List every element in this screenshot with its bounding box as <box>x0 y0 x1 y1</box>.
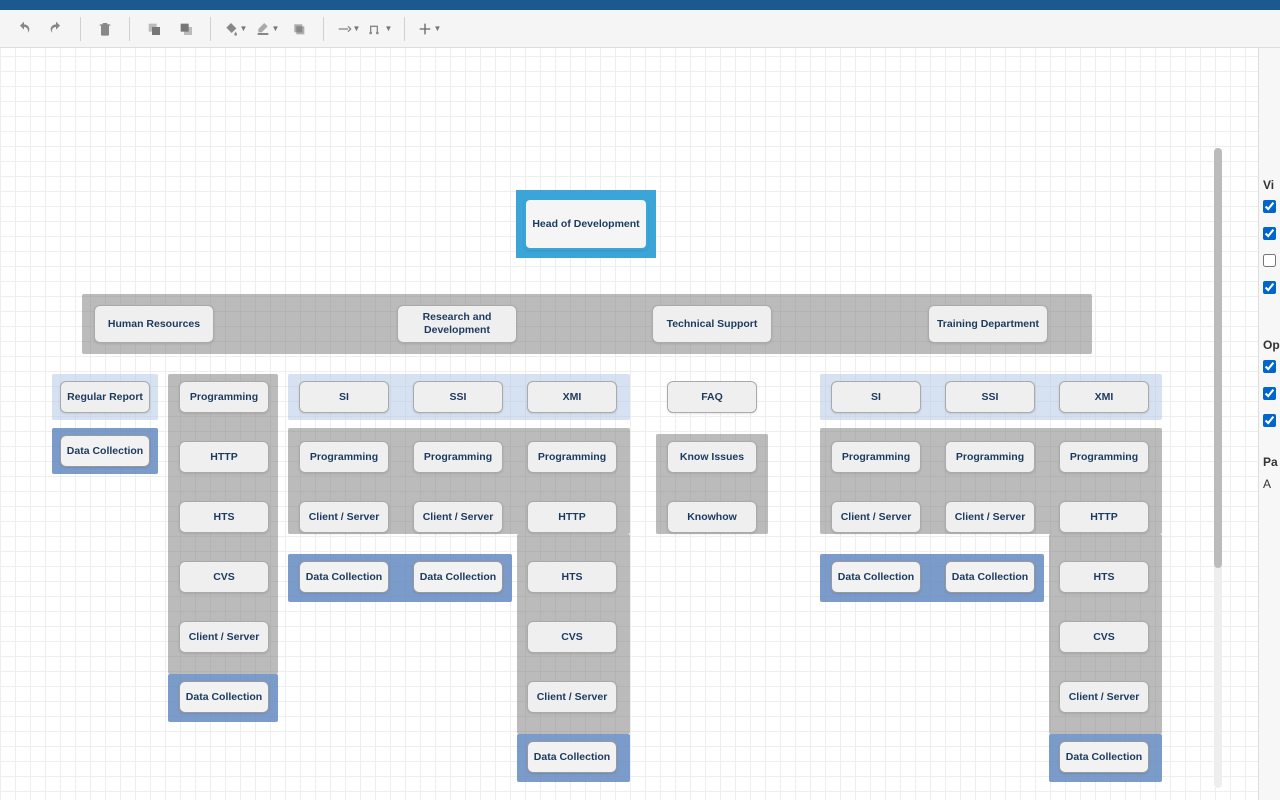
side-value-a: A <box>1263 477 1276 491</box>
node-rnd-xmi-data[interactable]: Data Collection <box>527 741 617 773</box>
node-train-xmi-http[interactable]: HTTP <box>1059 501 1149 533</box>
side-check-5[interactable] <box>1263 360 1276 373</box>
node-hr-cs[interactable]: Client / Server <box>179 621 269 653</box>
node-train-si-data[interactable]: Data Collection <box>831 561 921 593</box>
node-rnd-si-prog[interactable]: Programming <box>299 441 389 473</box>
node-tech[interactable]: Technical Support <box>652 305 772 343</box>
node-train[interactable]: Training Department <box>928 305 1048 343</box>
stroke-color-button[interactable]: ▼ <box>253 15 281 43</box>
node-rnd-xmi-cs[interactable]: Client / Server <box>527 681 617 713</box>
side-heading-view: Vi <box>1263 178 1276 192</box>
redo-button[interactable] <box>42 15 70 43</box>
node-train-si-cs[interactable]: Client / Server <box>831 501 921 533</box>
node-hr[interactable]: Human Resources <box>94 305 214 343</box>
vertical-scrollbar[interactable] <box>1214 148 1222 788</box>
node-rnd-ssi-cs[interactable]: Client / Server <box>413 501 503 533</box>
node-rnd-si-cs[interactable]: Client / Server <box>299 501 389 533</box>
undo-button[interactable] <box>10 15 38 43</box>
node-rnd-xmi-hts[interactable]: HTS <box>527 561 617 593</box>
node-train-xmi-cvs[interactable]: CVS <box>1059 621 1149 653</box>
node-train-xmi-prog[interactable]: Programming <box>1059 441 1149 473</box>
shadow-button[interactable] <box>285 15 313 43</box>
node-regreport[interactable]: Regular Report <box>60 381 150 413</box>
side-check-1[interactable] <box>1263 200 1276 213</box>
node-train-si-prog[interactable]: Programming <box>831 441 921 473</box>
node-train-ssi-cs[interactable]: Client / Server <box>945 501 1035 533</box>
node-knowhow[interactable]: Knowhow <box>667 501 757 533</box>
node-faq[interactable]: FAQ <box>667 381 757 413</box>
node-hr-hts[interactable]: HTS <box>179 501 269 533</box>
app-titlebar <box>0 0 1280 10</box>
node-rnd-si[interactable]: SI <box>299 381 389 413</box>
node-rnd-xmi[interactable]: XMI <box>527 381 617 413</box>
node-rnd-ssi-prog[interactable]: Programming <box>413 441 503 473</box>
send-back-button[interactable] <box>172 15 200 43</box>
bring-front-button[interactable] <box>140 15 168 43</box>
side-check-7[interactable] <box>1263 414 1276 427</box>
node-hr-cvs[interactable]: CVS <box>179 561 269 593</box>
node-rnd-ssi[interactable]: SSI <box>413 381 503 413</box>
node-train-si[interactable]: SI <box>831 381 921 413</box>
edges <box>0 48 300 198</box>
node-train-xmi-data[interactable]: Data Collection <box>1059 741 1149 773</box>
side-heading-pa: Pa <box>1263 455 1276 469</box>
scrollbar-thumb[interactable] <box>1214 148 1222 568</box>
node-hr-http[interactable]: HTTP <box>179 441 269 473</box>
node-train-xmi-hts[interactable]: HTS <box>1059 561 1149 593</box>
side-check-4[interactable] <box>1263 281 1276 294</box>
node-root[interactable]: Head of Development <box>524 198 648 250</box>
node-train-ssi-data[interactable]: Data Collection <box>945 561 1035 593</box>
node-train-ssi[interactable]: SSI <box>945 381 1035 413</box>
side-check-3[interactable] <box>1263 254 1276 267</box>
node-train-xmi-cs[interactable]: Client / Server <box>1059 681 1149 713</box>
node-rnd-xmi-prog[interactable]: Programming <box>527 441 617 473</box>
node-rnd-xmi-cvs[interactable]: CVS <box>527 621 617 653</box>
toolbar: ▼ ▼ ▼ ▼ ▼ <box>0 10 1280 48</box>
side-heading-op: Op <box>1263 338 1276 352</box>
node-hr-prog[interactable]: Programming <box>179 381 269 413</box>
node-rnd-ssi-data[interactable]: Data Collection <box>413 561 503 593</box>
side-panel: Vi Op Pa A <box>1258 48 1280 800</box>
node-train-ssi-prog[interactable]: Programming <box>945 441 1035 473</box>
add-button[interactable]: ▼ <box>415 15 443 43</box>
connection-style-button[interactable]: ▼ <box>334 15 362 43</box>
side-check-6[interactable] <box>1263 387 1276 400</box>
routing-style-button[interactable]: ▼ <box>366 15 394 43</box>
side-check-2[interactable] <box>1263 227 1276 240</box>
node-rnd[interactable]: Research and Development <box>397 305 517 343</box>
node-rnd-si-data[interactable]: Data Collection <box>299 561 389 593</box>
node-train-xmi[interactable]: XMI <box>1059 381 1149 413</box>
delete-button[interactable] <box>91 15 119 43</box>
node-knowissues[interactable]: Know Issues <box>667 441 757 473</box>
node-rnd-xmi-http[interactable]: HTTP <box>527 501 617 533</box>
node-hr-prog-datacol[interactable]: Data Collection <box>179 681 269 713</box>
canvas[interactable]: Head of Development Human Resources Rese… <box>0 48 1258 800</box>
node-hr-datacol[interactable]: Data Collection <box>60 435 150 467</box>
fill-color-button[interactable]: ▼ <box>221 15 249 43</box>
